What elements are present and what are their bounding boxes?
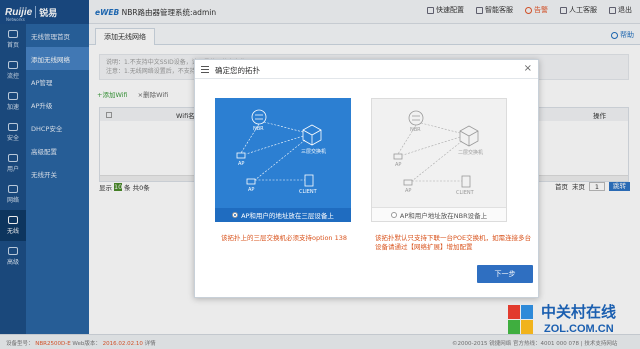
option-nbr-radio-row[interactable]: AP和用户地址放在NBR设备上 — [372, 207, 506, 221]
option-l3-radio-row[interactable]: AP和用户的地址放在三层设备上 — [215, 208, 351, 222]
topology-dialog: 确定您的拓扑 × NBR 三层交换机 AP AP CLIENT AP和用户的地址… — [194, 59, 539, 298]
menu-icon — [201, 66, 209, 73]
topology-option-nbr[interactable]: NBR 二层交换机 AP AP CLIENT AP和用户地址放在NBR设备上 — [371, 98, 507, 222]
close-button[interactable]: × — [524, 63, 532, 74]
dialog-header: 确定您的拓扑 × — [195, 60, 538, 79]
zol-watermark-cn: 中关村在线 — [541, 303, 617, 321]
ap-label-1: AP — [238, 161, 245, 167]
zol-watermark-en: ZOL.COM.CN — [544, 323, 614, 335]
next-step-button[interactable]: 下一步 — [477, 265, 533, 283]
option-l3-label: AP和用户的地址放在三层设备上 — [241, 212, 334, 220]
router-label: NBR — [253, 126, 264, 132]
client-icon — [304, 174, 314, 187]
option-nbr-label: AP和用户地址放在NBR设备上 — [399, 211, 488, 220]
ap-icon-1 — [236, 152, 246, 159]
client-icon — [461, 175, 471, 188]
zol-logo-icon — [508, 305, 533, 334]
client-label: CLIENT — [456, 190, 474, 196]
ap-label-2: AP — [405, 188, 412, 194]
zol-watermark: 中关村在线 ZOL.COM.CN — [506, 301, 636, 341]
option-l3-radio[interactable] — [232, 212, 239, 218]
switch-label: 二层交换机 — [458, 150, 484, 156]
ap-icon-2 — [403, 179, 413, 186]
note-l3: 该拓扑上的三层交换机必须支持option 138 — [221, 234, 348, 242]
switch-label: 三层交换机 — [301, 149, 327, 155]
router-icon — [251, 109, 267, 125]
client-label: CLIENT — [299, 189, 317, 195]
ap-label-2: AP — [248, 187, 255, 193]
dialog-title: 确定您的拓扑 — [215, 66, 260, 75]
ap-label-1: AP — [395, 162, 402, 168]
option-nbr-radio[interactable] — [390, 211, 397, 218]
note-nbr: 该拓扑默认只支持下联一台POE交换机，如需连接多台设备请通过【网络扩展】增加配置 — [375, 234, 532, 251]
ap-icon-1 — [393, 153, 403, 160]
ap-icon-2 — [246, 178, 256, 185]
topology-option-l3[interactable]: NBR 三层交换机 AP AP CLIENT AP和用户的地址放在三层设备上 — [215, 98, 351, 222]
topology-diagram-l3 — [236, 109, 322, 187]
router-icon — [408, 110, 424, 126]
router-label: NBR — [410, 127, 421, 133]
topology-diagram-nbr — [393, 110, 479, 188]
